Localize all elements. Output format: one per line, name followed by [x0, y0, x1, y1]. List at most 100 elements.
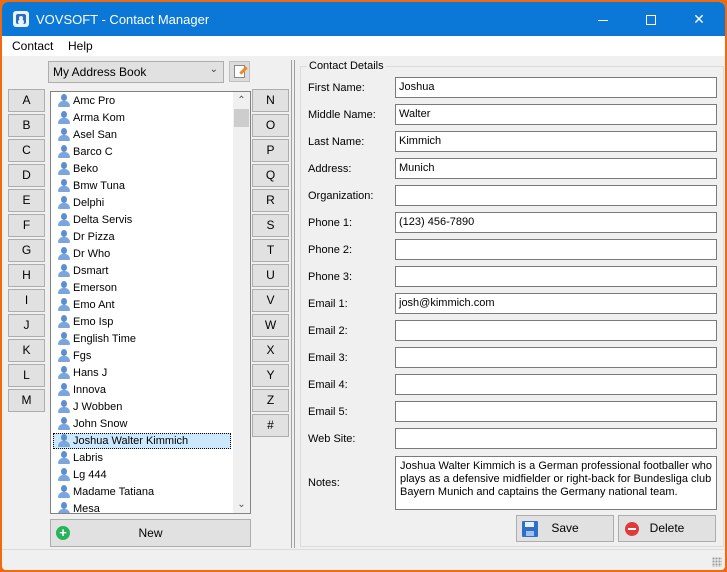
letter-button-t[interactable]: T — [252, 239, 289, 262]
letter-button-a[interactable]: A — [8, 89, 45, 112]
contact-list-item[interactable]: Fgs — [53, 348, 231, 364]
letter-button-s[interactable]: S — [252, 214, 289, 237]
contact-list-item[interactable]: Lg 444 — [53, 467, 231, 483]
first-name-input[interactable]: Joshua — [395, 77, 717, 98]
email-1-input[interactable]: josh@kimmich.com — [395, 293, 717, 314]
contact-list-item[interactable]: J Wobben — [53, 399, 231, 415]
letter-button-z[interactable]: Z — [252, 389, 289, 412]
organization-input[interactable] — [395, 185, 717, 206]
letter-button-u[interactable]: U — [252, 264, 289, 287]
contact-name: Labris — [73, 452, 103, 464]
maximize-button[interactable] — [628, 2, 674, 36]
contact-list-item[interactable]: Arma Kom — [53, 110, 231, 126]
letter-button-x[interactable]: X — [252, 339, 289, 362]
notes-textarea[interactable]: Joshua Walter Kimmich is a German profes… — [395, 456, 717, 510]
contact-list-item[interactable]: John Snow — [53, 416, 231, 432]
contact-name: English Time — [73, 333, 136, 345]
contact-list-item[interactable]: Dr Who — [53, 246, 231, 262]
scroll-up-button[interactable]: ⌃ — [233, 92, 250, 109]
panel-splitter[interactable] — [291, 60, 295, 548]
resize-grip-icon[interactable] — [712, 557, 722, 567]
contact-list-item[interactable]: Delta Servis — [53, 212, 231, 228]
contact-list-item[interactable]: Innova — [53, 382, 231, 398]
letter-button-d[interactable]: D — [8, 164, 45, 187]
contact-list-item[interactable]: Dr Pizza — [53, 229, 231, 245]
letter-button-o[interactable]: O — [252, 114, 289, 137]
letter-button-g[interactable]: G — [8, 239, 45, 262]
close-button[interactable]: ✕ — [676, 2, 722, 36]
scroll-down-button[interactable]: ⌄ — [233, 496, 250, 513]
middle-name-input[interactable]: Walter — [395, 104, 717, 125]
contact-list-item[interactable]: Emerson — [53, 280, 231, 296]
contact-list-item[interactable]: Madame Tatiana — [53, 484, 231, 500]
contact-list-item[interactable]: Joshua Walter Kimmich — [53, 433, 231, 449]
menu-help[interactable]: Help — [68, 39, 93, 53]
contact-list-item[interactable]: Bmw Tuna — [53, 178, 231, 194]
person-icon — [58, 264, 70, 278]
letter-button-j[interactable]: J — [8, 314, 45, 337]
person-icon — [58, 434, 70, 448]
contact-list-item[interactable]: Mesa — [53, 501, 231, 513]
phone-3-input[interactable] — [395, 266, 717, 287]
chevron-down-icon: ⌄ — [209, 64, 218, 75]
letter-button-e[interactable]: E — [8, 189, 45, 212]
address-book-select[interactable]: My Address Book ⌄ — [48, 61, 224, 83]
contact-name: J Wobben — [73, 401, 123, 413]
contact-list-item[interactable]: English Time — [53, 331, 231, 347]
letter-button-hash[interactable]: # — [252, 414, 289, 437]
letter-button-m[interactable]: M — [8, 389, 45, 412]
email-2-input[interactable] — [395, 320, 717, 341]
contact-list-item[interactable]: Delphi — [53, 195, 231, 211]
letter-button-c[interactable]: C — [8, 139, 45, 162]
edit-address-book-button[interactable] — [229, 61, 250, 82]
save-button[interactable]: Save — [516, 515, 614, 542]
letter-button-i[interactable]: I — [8, 289, 45, 312]
email-3-input[interactable] — [395, 347, 717, 368]
web-site-input[interactable] — [395, 428, 717, 449]
contact-list-item[interactable]: Amc Pro — [53, 93, 231, 109]
person-icon — [58, 349, 70, 363]
letter-button-p[interactable]: P — [252, 139, 289, 162]
contact-list-item[interactable]: Emo Isp — [53, 314, 231, 330]
contact-name: Dr Pizza — [73, 231, 115, 243]
phone-2-input[interactable] — [395, 239, 717, 260]
contact-name: Madame Tatiana — [73, 486, 155, 498]
address-input[interactable]: Munich — [395, 158, 717, 179]
letter-button-w[interactable]: W — [252, 314, 289, 337]
contact-list-item[interactable]: Emo Ant — [53, 297, 231, 313]
menu-contact[interactable]: Contact — [12, 39, 53, 53]
window-title: VOVSOFT - Contact Manager — [36, 12, 210, 27]
letter-button-b[interactable]: B — [8, 114, 45, 137]
person-icon — [58, 128, 70, 142]
contact-list-item[interactable]: Barco C — [53, 144, 231, 160]
contact-list-item[interactable]: Hans J — [53, 365, 231, 381]
letter-button-v[interactable]: V — [252, 289, 289, 312]
contact-list[interactable]: Amc Pro Arma Kom Asel San Barco C Beko Bmw Tu… — [50, 91, 251, 514]
email-4-input[interactable] — [395, 374, 717, 395]
letter-button-k[interactable]: K — [8, 339, 45, 362]
person-icon — [58, 281, 70, 295]
delete-button[interactable]: Delete — [618, 515, 716, 542]
phone-1-input[interactable]: (123) 456-7890 — [395, 212, 717, 233]
contact-name: Joshua Walter Kimmich — [73, 435, 189, 447]
scroll-thumb[interactable] — [234, 109, 249, 127]
letter-button-n[interactable]: N — [252, 89, 289, 112]
list-scrollbar[interactable]: ⌃ ⌄ — [233, 92, 250, 513]
contact-list-item[interactable]: Labris — [53, 450, 231, 466]
new-contact-button[interactable]: + New — [50, 519, 251, 547]
contact-list-item[interactable]: Asel San — [53, 127, 231, 143]
letter-button-f[interactable]: F — [8, 214, 45, 237]
letter-button-h[interactable]: H — [8, 264, 45, 287]
last-name-input[interactable]: Kimmich — [395, 131, 717, 152]
title-bar[interactable]: VOVSOFT - Contact Manager ✕ — [2, 2, 725, 36]
minimize-button[interactable] — [580, 2, 626, 36]
letter-button-y[interactable]: Y — [252, 364, 289, 387]
person-icon — [58, 179, 70, 193]
email-5-input[interactable] — [395, 401, 717, 422]
contact-list-item[interactable]: Dsmart — [53, 263, 231, 279]
letter-button-r[interactable]: R — [252, 189, 289, 212]
letter-button-l[interactable]: L — [8, 364, 45, 387]
person-icon — [58, 468, 70, 482]
contact-list-item[interactable]: Beko — [53, 161, 231, 177]
letter-button-q[interactable]: Q — [252, 164, 289, 187]
